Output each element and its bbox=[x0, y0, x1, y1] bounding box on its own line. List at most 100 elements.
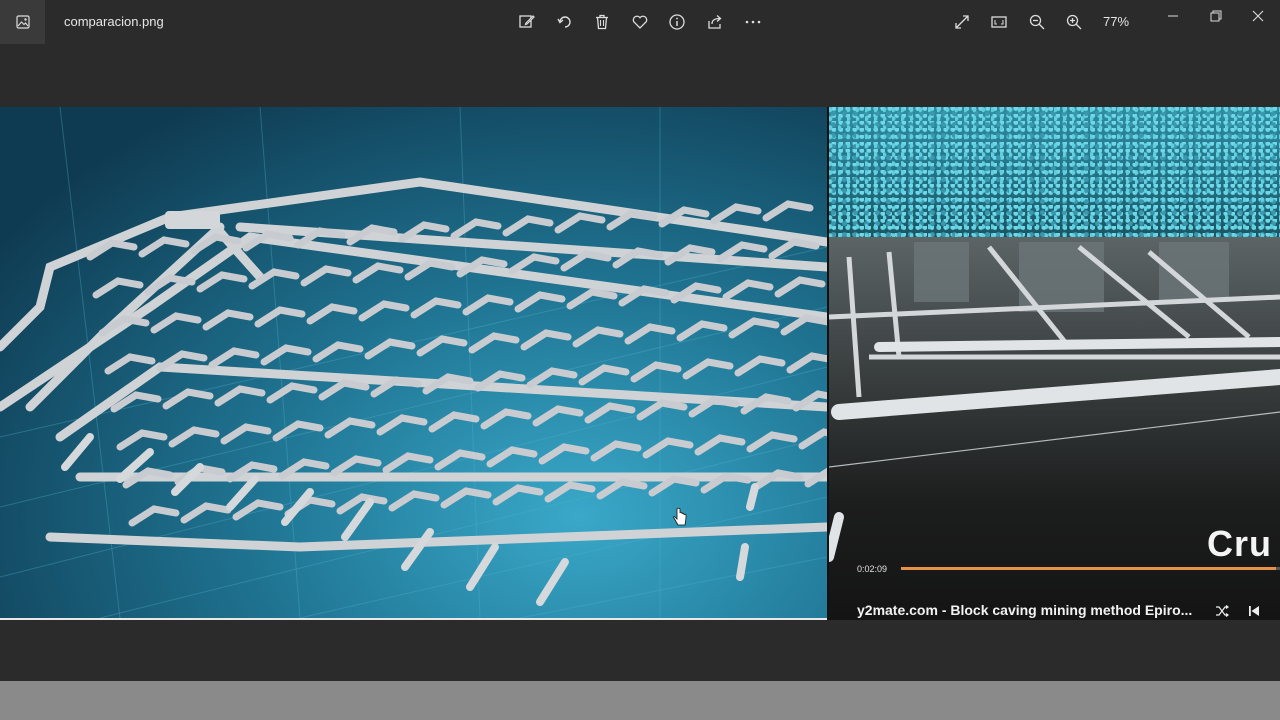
crosscut-tunnel bbox=[260, 344, 312, 366]
crosscut-tunnel bbox=[92, 277, 144, 299]
crosscut-tunnel bbox=[138, 236, 190, 258]
shuffle-icon[interactable] bbox=[1213, 602, 1231, 620]
crosscut-tunnel bbox=[382, 452, 434, 474]
crosscut-tunnel bbox=[410, 297, 462, 319]
crosscut-tunnel bbox=[450, 218, 502, 240]
video-overlay-text: Cru bbox=[1207, 523, 1272, 564]
crosscut-tunnel bbox=[440, 487, 492, 509]
mine-layout-render bbox=[0, 107, 827, 620]
more-icon[interactable] bbox=[741, 10, 765, 34]
crosscut-tunnel bbox=[722, 279, 774, 301]
crosscut-tunnel bbox=[636, 399, 688, 421]
zoom-in-icon[interactable] bbox=[1062, 10, 1086, 34]
photos-app-icon[interactable] bbox=[0, 0, 45, 44]
delete-icon[interactable] bbox=[590, 10, 614, 34]
crosscut-tunnel bbox=[502, 215, 554, 237]
crosscut-tunnel bbox=[180, 502, 232, 524]
crosscut-tunnel bbox=[104, 353, 156, 375]
crosscut-tunnel bbox=[508, 253, 560, 275]
crosscut-tunnel bbox=[306, 303, 358, 325]
crosscut-tunnel bbox=[324, 417, 376, 439]
crosscut-tunnel bbox=[150, 312, 202, 334]
video-progress-bar[interactable] bbox=[901, 567, 1280, 570]
restore-button[interactable] bbox=[1199, 4, 1233, 28]
crosscut-tunnel bbox=[798, 428, 827, 450]
crosscut-tunnel bbox=[780, 314, 827, 336]
crosscut-tunnel bbox=[630, 361, 682, 383]
crosscut-tunnel bbox=[254, 306, 306, 328]
crosscut-tunnel bbox=[590, 440, 642, 462]
crosscut-tunnel bbox=[220, 423, 272, 445]
crosscut-tunnel bbox=[596, 478, 648, 500]
zoom-level[interactable]: 77% bbox=[1103, 14, 1129, 29]
crosscut-tunnel bbox=[682, 358, 734, 380]
minimize-button[interactable] bbox=[1156, 4, 1190, 28]
favorite-icon[interactable] bbox=[628, 10, 652, 34]
close-button[interactable] bbox=[1241, 4, 1275, 28]
crosscut-tunnel bbox=[162, 388, 214, 410]
crosscut-tunnel bbox=[318, 379, 370, 401]
crosscut-tunnel bbox=[128, 505, 180, 527]
crosscut-tunnel bbox=[572, 326, 624, 348]
fullscreen-icon[interactable] bbox=[950, 10, 974, 34]
crosscut-tunnel bbox=[566, 288, 618, 310]
crosscut-tunnel bbox=[762, 200, 814, 222]
crosscut-tunnel bbox=[514, 291, 566, 313]
crosscut-tunnel bbox=[642, 437, 694, 459]
crosscut-tunnel bbox=[312, 341, 364, 363]
crosscut-tunnel bbox=[428, 411, 480, 433]
edit-image-icon[interactable] bbox=[515, 10, 539, 34]
crosscut-tunnel bbox=[376, 414, 428, 436]
crosscut-tunnel bbox=[358, 300, 410, 322]
crosscut-tunnel bbox=[538, 443, 590, 465]
crosscut-tunnel bbox=[492, 484, 544, 506]
crosscut-tunnel bbox=[196, 271, 248, 293]
info-icon[interactable] bbox=[665, 10, 689, 34]
taskbar-strip bbox=[0, 681, 1280, 720]
crosscut-tunnel bbox=[526, 367, 578, 389]
crosscut-tunnel bbox=[116, 429, 168, 451]
video-timestamp: 0:02:09 bbox=[857, 564, 888, 574]
video-frame: Cru 0:02:09 y2mate.com - Block caving mi… bbox=[829, 107, 1280, 620]
tunnel-network-illustration bbox=[0, 107, 827, 618]
crosscut-tunnel bbox=[768, 238, 820, 260]
crosscut-tunnel bbox=[774, 276, 826, 298]
crosscut-tunnel bbox=[404, 259, 456, 281]
crosscut-tunnel bbox=[364, 338, 416, 360]
crosscut-tunnel bbox=[232, 499, 284, 521]
crosscut-tunnel bbox=[554, 212, 606, 234]
crosscut-tunnel bbox=[480, 408, 532, 430]
hand-cursor-icon bbox=[673, 507, 687, 526]
video-progress-fill bbox=[901, 567, 1277, 570]
crosscut-tunnel bbox=[462, 294, 514, 316]
crosscut-tunnel bbox=[468, 332, 520, 354]
ore-body-texture bbox=[829, 107, 1280, 247]
crosscut-tunnel bbox=[520, 329, 572, 351]
crosscut-tunnel bbox=[352, 262, 404, 284]
crosscut-tunnel bbox=[676, 320, 728, 342]
crosscut-tunnel bbox=[734, 355, 786, 377]
crosscut-tunnel bbox=[624, 323, 676, 345]
crosscut-tunnel bbox=[388, 490, 440, 512]
rotate-icon[interactable] bbox=[553, 10, 577, 34]
crosscut-tunnel bbox=[416, 335, 468, 357]
crosscut-tunnel bbox=[728, 317, 780, 339]
crosscut-tunnel bbox=[266, 382, 318, 404]
crosscut-tunnel bbox=[578, 364, 630, 386]
previous-icon[interactable] bbox=[1245, 602, 1263, 620]
title-bar: comparacion.png 77% bbox=[0, 0, 1280, 44]
fit-to-window-icon[interactable] bbox=[987, 10, 1011, 34]
crosscut-tunnel bbox=[208, 347, 260, 369]
share-icon[interactable] bbox=[703, 10, 727, 34]
crosscut-tunnel bbox=[710, 203, 762, 225]
crosscut-tunnel bbox=[486, 446, 538, 468]
crosscut-tunnel bbox=[694, 434, 746, 456]
crosscut-tunnel bbox=[300, 265, 352, 287]
crosscut-tunnel bbox=[168, 426, 220, 448]
crosscut-tunnel bbox=[560, 250, 612, 272]
zoom-out-icon[interactable] bbox=[1025, 10, 1049, 34]
image-canvas[interactable]: Cru 0:02:09 y2mate.com - Block caving mi… bbox=[0, 107, 1280, 620]
crosscut-tunnel bbox=[532, 405, 584, 427]
crosscut-tunnel bbox=[330, 455, 382, 477]
crosscut-tunnel bbox=[214, 385, 266, 407]
